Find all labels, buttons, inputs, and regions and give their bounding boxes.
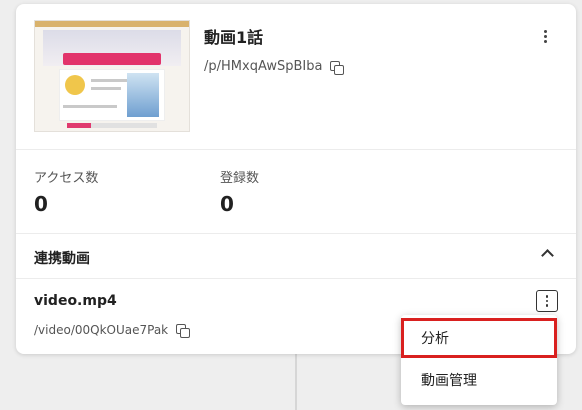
divider (16, 149, 576, 150)
thumb-line (63, 105, 117, 108)
menu-item-video-management[interactable]: 動画管理 (401, 360, 557, 400)
thumb-tabs (67, 123, 157, 128)
copy-icon[interactable] (176, 324, 191, 338)
access-count-label: アクセス数 (34, 171, 99, 186)
linked-video-path-text: /video/00QkOUae7Pak (34, 323, 169, 337)
content-card: 動画1話 /p/HMxqAwSpBIba アクセス数 0 登録数 0 連携動画 … (16, 4, 576, 354)
thumb-medal (65, 75, 85, 95)
item-path: /p/HMxqAwSpBIba (204, 59, 345, 75)
registration-count-value: 0 (220, 192, 234, 216)
thumb-line (91, 79, 127, 82)
linked-video-name: video.mp4 (34, 293, 117, 309)
video-more-menu-button[interactable] (536, 290, 558, 312)
registration-count-label: 登録数 (220, 171, 260, 186)
thumb-ribbon (63, 53, 161, 65)
context-menu: 分析 動画管理 (401, 315, 557, 405)
background-divider (295, 350, 297, 410)
divider (16, 233, 576, 234)
item-title: 動画1話 (204, 28, 264, 47)
access-count-value: 0 (34, 192, 48, 216)
item-path-text: /p/HMxqAwSpBIba (204, 59, 323, 74)
item-more-menu-icon[interactable] (535, 26, 555, 46)
thumb-line (91, 87, 121, 90)
menu-item-analysis[interactable]: 分析 (401, 318, 557, 358)
linked-video-path: /video/00QkOUae7Pak (34, 323, 191, 338)
video-thumbnail[interactable] (34, 20, 190, 132)
copy-icon[interactable] (330, 60, 345, 75)
thumb-banner (35, 21, 189, 27)
chevron-up-icon[interactable] (541, 249, 554, 262)
divider (16, 278, 576, 279)
linked-videos-title: 連携動画 (34, 251, 90, 267)
thumb-phone (127, 73, 159, 117)
